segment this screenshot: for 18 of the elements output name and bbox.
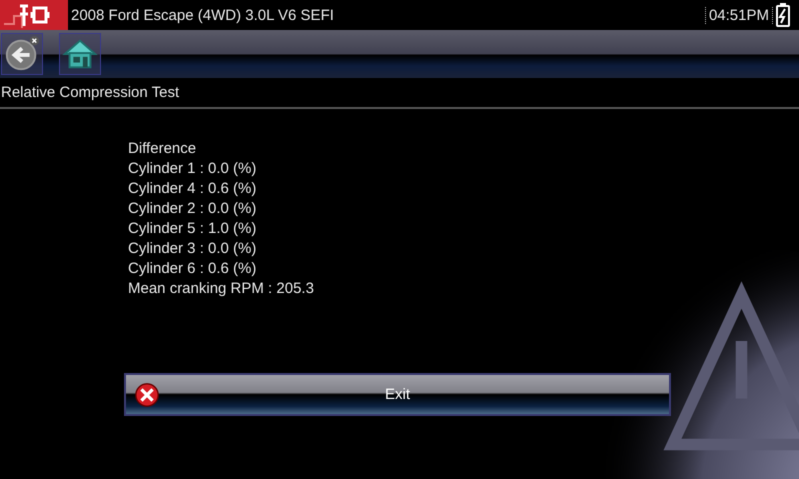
back-button[interactable] bbox=[1, 33, 43, 75]
result-line: Cylinder 6 : 0.6 (%) bbox=[128, 259, 256, 279]
clock-time: 04:51PM bbox=[704, 6, 773, 24]
battery-icon bbox=[775, 3, 791, 27]
result-line: Difference bbox=[128, 139, 196, 159]
result-line: Cylinder 1 : 0.0 (%) bbox=[128, 159, 256, 179]
back-arrow-icon bbox=[3, 35, 41, 73]
result-line: Cylinder 5 : 1.0 (%) bbox=[128, 219, 256, 239]
exit-button[interactable]: Exit bbox=[124, 373, 671, 416]
close-icon bbox=[134, 382, 160, 408]
vehicle-tools-icon[interactable] bbox=[0, 0, 68, 30]
result-line: Cylinder 3 : 0.0 (%) bbox=[128, 239, 256, 259]
result-line: Cylinder 2 : 0.0 (%) bbox=[128, 199, 256, 219]
home-button[interactable] bbox=[59, 33, 101, 75]
vehicle-title: 2008 Ford Escape (4WD) 3.0L V6 SEFI bbox=[71, 6, 335, 24]
result-line: Mean cranking RPM : 205.3 bbox=[128, 279, 314, 299]
page-title: Relative Compression Test bbox=[0, 78, 799, 109]
result-line: Cylinder 4 : 0.6 (%) bbox=[128, 179, 256, 199]
